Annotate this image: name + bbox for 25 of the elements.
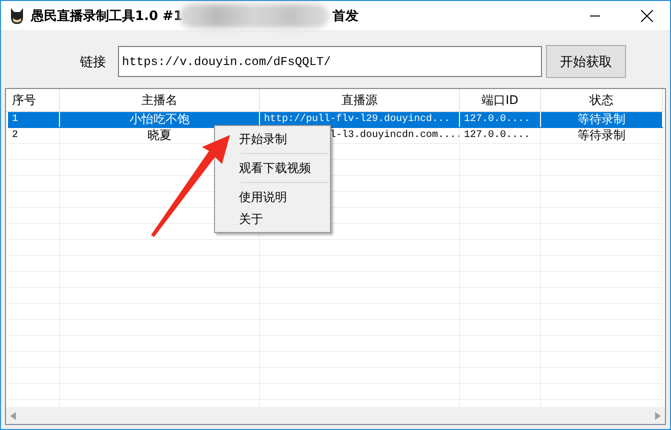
column-header[interactable]: 主播名	[60, 89, 260, 111]
table-cell: 127.0.0....	[460, 128, 541, 143]
table-cell: 1	[8, 112, 60, 127]
column-header[interactable]: 直播源	[260, 89, 460, 111]
column-header[interactable]: 序号	[6, 89, 60, 111]
menu-item[interactable]: 观看下载视频	[237, 157, 330, 179]
masked-figure-icon	[9, 6, 25, 24]
fetch-button[interactable]: 开始获取	[546, 45, 626, 78]
horizontal-scrollbar[interactable]	[6, 407, 665, 424]
scroll-right-icon	[655, 412, 661, 420]
column-header[interactable]: 状态	[541, 89, 663, 111]
window-title: 首发	[332, 8, 358, 24]
table-cell: 等待录制	[541, 112, 663, 127]
table-row[interactable]: 1 小怡吃不饱 http://pull-flv-l29.douyincd... 127.0.0.... 等待录制	[8, 112, 663, 128]
menu-item[interactable]: 关于	[237, 208, 330, 230]
menu-item[interactable]: 使用说明	[237, 186, 330, 208]
table-cell: 2	[8, 128, 60, 143]
link-label: 链接	[80, 54, 107, 70]
close-icon	[641, 10, 653, 22]
link-field[interactable]: https://v.douyin.com/dFsQQLT/	[118, 46, 542, 77]
table-cell: 127.0.0....	[460, 112, 541, 127]
table-cell: 等待录制	[541, 128, 663, 143]
scroll-left-icon	[10, 412, 16, 420]
column-header[interactable]: 端口ID	[460, 89, 541, 111]
window-title: 愚民直播录制工具1.0 #1	[31, 8, 182, 24]
